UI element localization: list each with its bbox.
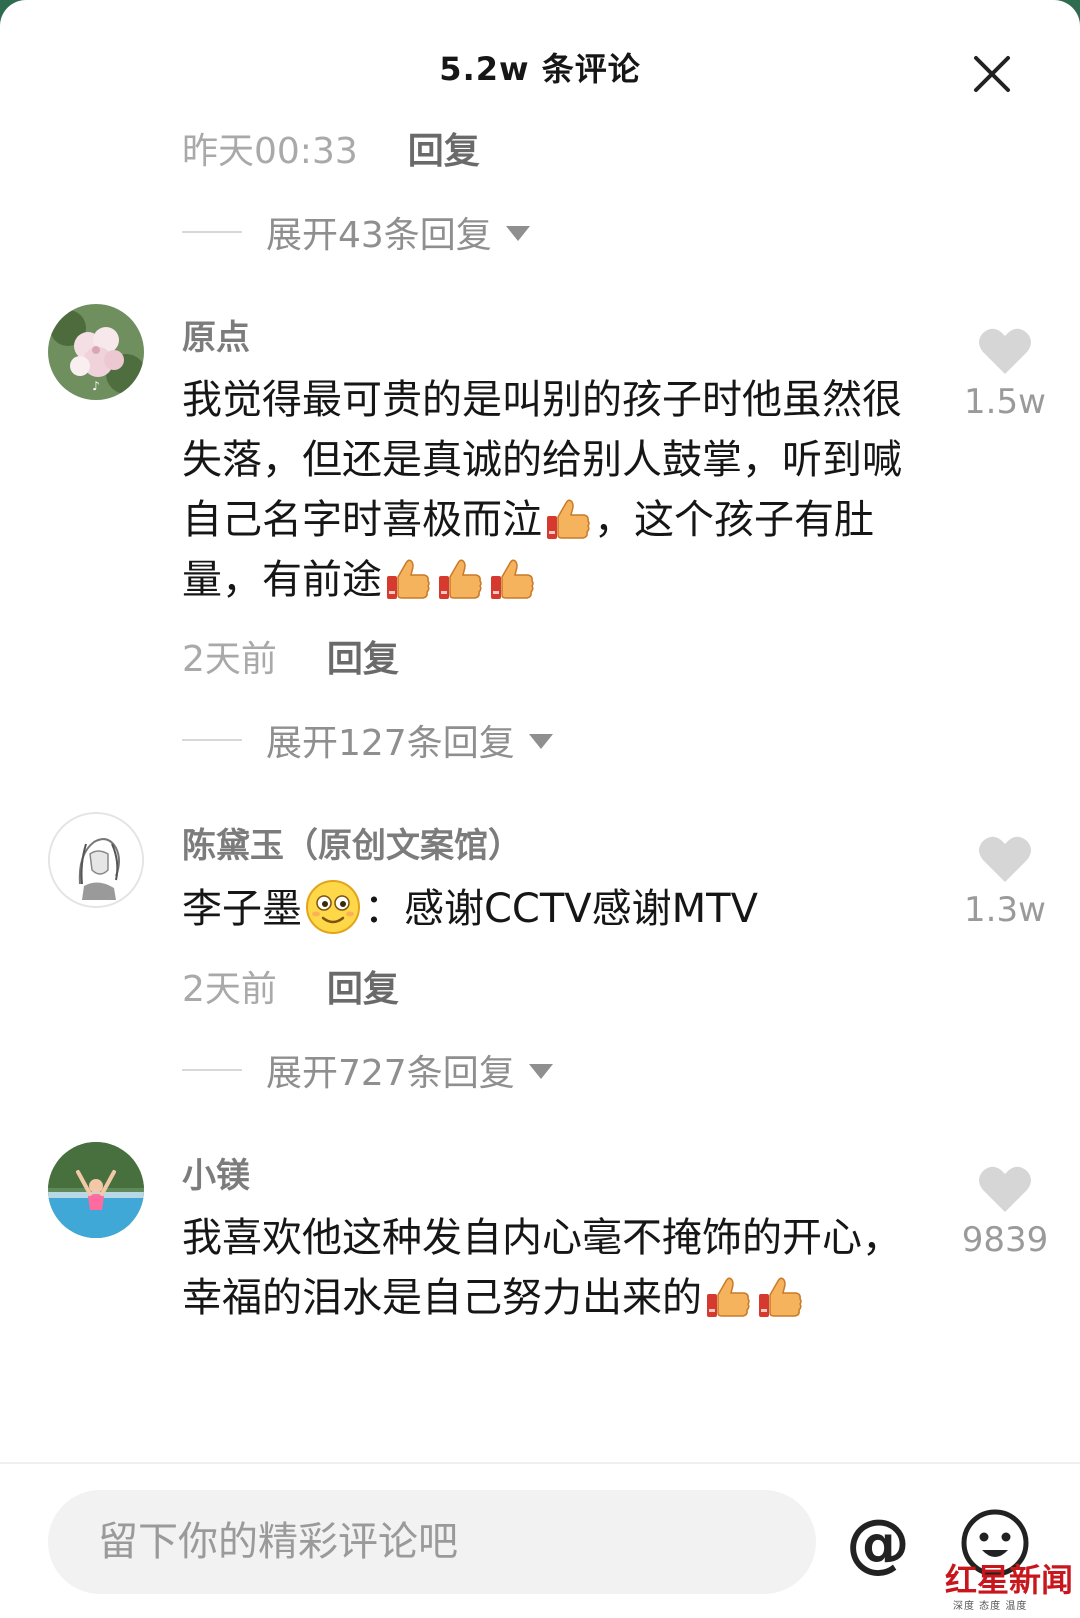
sheet-header: 5.2w 条评论 — [0, 0, 1080, 130]
comment-text: 我觉得最可贵的是叫别的孩子时他虽然很失落，但还是真诚的给别人鼓掌，听到喊自己名字… — [182, 370, 917, 610]
comment-time: 2天前 — [182, 969, 277, 1010]
expand-replies-button[interactable]: 展开43条回复 — [182, 208, 530, 256]
expand-replies-label: 展开727条回复 — [266, 1053, 515, 1094]
caret-down-icon — [528, 1064, 553, 1079]
divider-line — [182, 1069, 242, 1071]
close-button[interactable] — [970, 52, 1014, 96]
avatar-pool-image — [48, 1142, 144, 1238]
avatar[interactable]: ♪ — [48, 304, 144, 400]
thumbs-up-icon — [756, 1273, 804, 1321]
comment-meta: 2天前 回复 — [182, 632, 399, 680]
thumbs-up-icon — [436, 555, 484, 603]
comment-time: 昨天00:33 — [182, 131, 358, 172]
comment-meta: 昨天00:33 回复 — [182, 124, 480, 172]
caret-down-icon — [505, 226, 530, 241]
comment-text: 我喜欢他这种发自内心毫不掩饰的开心，幸福的泪水是自己努力出来的 — [182, 1208, 917, 1328]
heart-icon — [979, 1166, 1031, 1212]
heart-icon — [979, 836, 1031, 882]
comment-username[interactable]: 小镁 — [182, 1148, 250, 1197]
thumbs-up-icon — [488, 555, 536, 603]
watermark-slogan: 深度 态度 温度 — [953, 1601, 1028, 1612]
comment-time: 2天前 — [182, 639, 277, 680]
expand-replies-button[interactable]: 展开727条回复 — [182, 1046, 553, 1094]
expand-replies-label: 展开127条回复 — [266, 723, 515, 764]
like-count: 1.3w — [964, 890, 1046, 930]
reply-button[interactable]: 回复 — [327, 630, 399, 682]
expand-replies-label: 展开43条回复 — [266, 215, 492, 256]
thumbs-up-icon — [704, 1273, 752, 1321]
expand-replies-button[interactable]: 展开127条回复 — [182, 716, 553, 764]
comment-text-part: 李子墨 — [182, 886, 302, 932]
heart-icon — [979, 328, 1031, 374]
watermark-title: 红星新闻 — [945, 1561, 1074, 1599]
comment-sheet: 5.2w 条评论 昨天00:33 回复 展开43条回复 ♪ 原点 我觉得最可贵的… — [0, 0, 1080, 1618]
comment-input[interactable] — [48, 1490, 816, 1594]
avatar-flowers-image: ♪ — [48, 304, 144, 400]
comment-text: 李子墨 ：感谢CCTV感谢MTV — [182, 878, 917, 939]
comment-username[interactable]: 原点 — [182, 310, 250, 359]
like-count: 1.5w — [964, 382, 1046, 422]
comment-input-bar: @ — [0, 1462, 1080, 1618]
like-count: 9839 — [961, 1220, 1049, 1260]
close-icon — [974, 56, 1010, 92]
comment-text-part: ：感谢CCTV感谢MTV — [364, 886, 758, 932]
comment-meta: 2天前 回复 — [182, 962, 399, 1010]
avatar[interactable] — [48, 1142, 144, 1238]
like-button[interactable]: 9839 — [950, 1164, 1060, 1260]
divider-line — [182, 739, 242, 741]
avatar-sketch-image — [50, 814, 142, 906]
reply-button[interactable]: 回复 — [408, 122, 480, 174]
thumbs-up-icon — [544, 495, 592, 543]
divider-line — [182, 231, 242, 233]
caret-down-icon — [528, 734, 553, 749]
thumbs-up-icon — [384, 555, 432, 603]
avatar[interactable] — [48, 812, 144, 908]
like-button[interactable]: 1.5w — [950, 326, 1060, 422]
watermark-logo: 红星新闻 深度 态度 温度 — [945, 1555, 1075, 1615]
reply-button[interactable]: 回复 — [327, 960, 399, 1012]
like-button[interactable]: 1.3w — [950, 834, 1060, 930]
comment-username[interactable]: 陈黛玉（原创文案馆） — [182, 818, 522, 867]
comment-count-title: 5.2w 条评论 — [439, 50, 641, 88]
mention-button[interactable]: @ — [842, 1508, 914, 1580]
svg-text:♪: ♪ — [92, 379, 100, 393]
smiling-face-icon — [304, 878, 362, 936]
